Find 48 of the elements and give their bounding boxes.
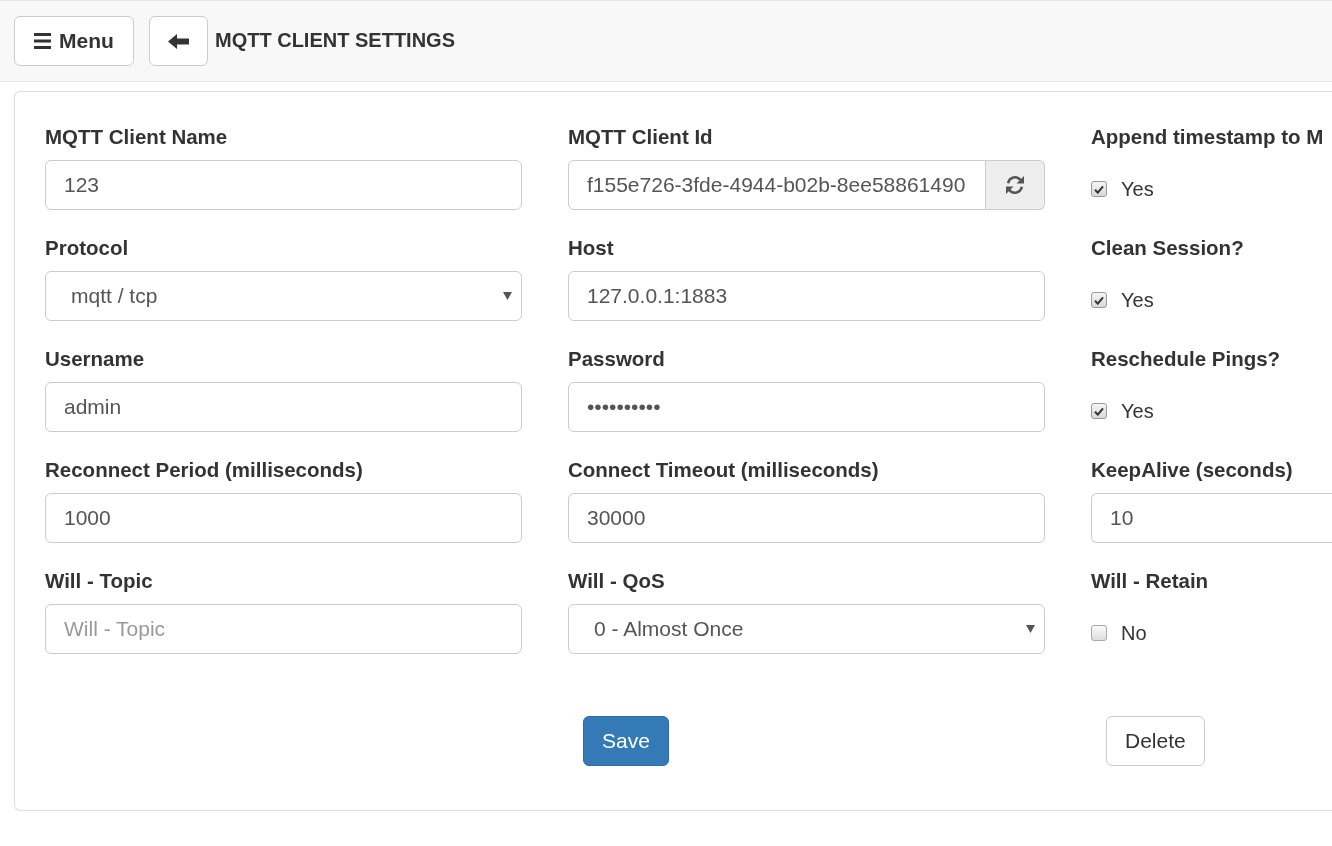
text-field[interactable]: 10 [1091, 493, 1332, 543]
text-field[interactable]: 30000 [568, 493, 1045, 543]
text-field[interactable]: 1000 [45, 493, 522, 543]
field-label: Clean Session? [1091, 235, 1245, 261]
field-label: Password [568, 346, 666, 372]
field-label: Will - Retain [1091, 568, 1210, 594]
checkbox[interactable] [1091, 292, 1107, 308]
field-label: MQTT Client Name [45, 124, 229, 150]
text-field[interactable]: 123 [45, 160, 522, 210]
arrow-left-icon [168, 33, 189, 49]
refresh-button[interactable] [986, 160, 1045, 210]
refresh-icon [1005, 175, 1025, 195]
select-field[interactable]: mqtt / tcp [45, 271, 522, 321]
caret-icon [503, 292, 512, 300]
checkbox-label: Yes [1121, 288, 1154, 313]
checkbox-label: Yes [1121, 177, 1154, 202]
field-label: MQTT Client Id [568, 124, 714, 150]
back-button[interactable] [149, 16, 208, 66]
delete-button[interactable]: Delete [1106, 716, 1205, 766]
text-field[interactable]: •••••••••• [568, 382, 1045, 432]
text-field[interactable]: Will - Topic [45, 604, 522, 654]
checkbox-label: No [1121, 621, 1147, 646]
field-label: Reconnect Period (milliseconds) [45, 457, 364, 483]
menu-button[interactable]: Menu [14, 16, 134, 66]
checkbox[interactable] [1091, 181, 1107, 197]
checkbox[interactable] [1091, 403, 1107, 419]
caret-icon [1026, 625, 1035, 633]
field-label: Reschedule Pings? [1091, 346, 1282, 372]
field-label: Connect Timeout (milliseconds) [568, 457, 880, 483]
field-label: Username [45, 346, 146, 372]
field-label: KeepAlive (seconds) [1091, 457, 1294, 483]
text-field[interactable]: admin [45, 382, 522, 432]
save-button[interactable]: Save [583, 716, 669, 766]
checkmark-icon [1094, 184, 1104, 194]
menu-icon [34, 33, 52, 49]
checkbox[interactable] [1091, 625, 1107, 641]
checkmark-icon [1094, 406, 1104, 416]
select-field[interactable]: 0 - Almost Once [568, 604, 1045, 654]
checkmark-icon [1094, 295, 1104, 305]
field-label: Append timestamp to M [1091, 124, 1325, 150]
field-label: Will - Topic [45, 568, 154, 594]
text-field[interactable]: 127.0.0.1:1883 [568, 271, 1045, 321]
page-title: MQTT CLIENT SETTINGS [215, 28, 455, 53]
field-label: Host [568, 235, 615, 261]
field-label: Protocol [45, 235, 130, 261]
checkbox-label: Yes [1121, 399, 1154, 424]
field-label: Will - QoS [568, 568, 666, 594]
text-field[interactable]: f155e726-3fde-4944-b02b-8ee58861490 [568, 160, 986, 210]
